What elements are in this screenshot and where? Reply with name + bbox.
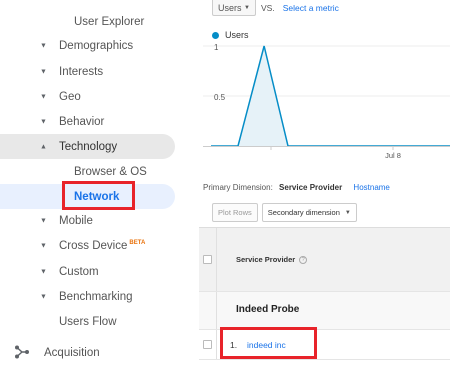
chevron-down-icon: ▼ bbox=[244, 4, 250, 11]
sidebar-item-label: Network bbox=[74, 190, 120, 203]
column-header-service-provider[interactable]: Service Provider ? bbox=[236, 255, 308, 264]
column-header-label: Service Provider bbox=[236, 255, 296, 264]
sidebar-item-custom[interactable]: ▼ Custom bbox=[0, 259, 175, 284]
metric-dropdown[interactable]: Users ▼ bbox=[212, 0, 256, 16]
select-metric-link[interactable]: Select a metric bbox=[283, 3, 339, 13]
sidebar-item-label: Users Flow bbox=[59, 315, 117, 328]
caret-down-icon: ▼ bbox=[40, 68, 47, 75]
sidebar-item-label: User Explorer bbox=[74, 15, 145, 28]
sidebar-item-technology[interactable]: ▲ Technology bbox=[0, 134, 175, 159]
caret-down-icon: ▼ bbox=[40, 242, 47, 249]
plot-rows-button[interactable]: Plot Rows bbox=[212, 203, 258, 222]
caret-down-icon: ▼ bbox=[40, 118, 47, 125]
select-all-checkbox[interactable] bbox=[203, 255, 212, 264]
sidebar-nav: User Explorer ▼ Demographics ▼ Interests… bbox=[0, 0, 195, 369]
beta-badge: BETA bbox=[129, 239, 146, 246]
sidebar-item-label: Behavior bbox=[59, 115, 105, 128]
sidebar-item-user-explorer[interactable]: User Explorer bbox=[0, 9, 175, 34]
table-row: 1. indeed inc bbox=[199, 330, 450, 360]
sidebar-item-mobile[interactable]: ▼ Mobile bbox=[0, 208, 175, 233]
sidebar-item-label: Browser & OS bbox=[74, 165, 147, 178]
caret-down-icon: ▼ bbox=[40, 293, 47, 300]
caret-down-icon: ▼ bbox=[40, 93, 47, 100]
sidebar-item-label: Custom bbox=[59, 265, 99, 278]
sidebar-item-acquisition[interactable]: Acquisition bbox=[0, 340, 175, 365]
sidebar-item-users-flow[interactable]: Users Flow bbox=[0, 309, 175, 334]
caret-down-icon: ▼ bbox=[40, 42, 47, 49]
checkbox-cell bbox=[199, 292, 217, 329]
secondary-dimension-label: Secondary dimension bbox=[267, 208, 340, 217]
sidebar-item-demographics[interactable]: ▼ Demographics bbox=[0, 33, 175, 58]
metric-selector-row: Users ▼ VS. Select a metric bbox=[212, 0, 339, 16]
sidebar-item-label: Acquisition bbox=[44, 346, 100, 359]
checkbox-cell bbox=[199, 330, 217, 359]
sidebar-item-browser-os[interactable]: Browser & OS bbox=[0, 159, 175, 184]
metric-selected-label: Users bbox=[218, 2, 242, 13]
chevron-down-icon: ▼ bbox=[344, 209, 351, 216]
sidebar-item-label: Interests bbox=[59, 65, 104, 78]
sidebar-item-label: Benchmarking bbox=[59, 290, 133, 303]
sidebar-item-cross-device[interactable]: ▼ Cross Device BETA bbox=[0, 233, 175, 258]
sidebar-item-label: Demographics bbox=[59, 39, 134, 52]
users-line-chart: 1 0.5 Jul 8 bbox=[203, 43, 450, 160]
x-tick-label: Jul 8 bbox=[385, 151, 401, 160]
sidebar-item-label: Geo bbox=[59, 90, 81, 103]
checkbox-cell bbox=[199, 228, 217, 291]
vs-label: VS. bbox=[261, 3, 275, 13]
main-content: Users ▼ VS. Select a metric Users 1 0.5 Ju… bbox=[199, 0, 450, 369]
sidebar-item-geo[interactable]: ▼ Geo bbox=[0, 84, 175, 109]
sidebar-item-label: Mobile bbox=[59, 214, 93, 227]
table-group-row: Indeed Probe bbox=[199, 292, 450, 330]
report-table: Service Provider ? Indeed Probe 1. indee… bbox=[199, 227, 450, 360]
table-header-row: Service Provider ? bbox=[199, 228, 450, 292]
y-tick-label: 1 bbox=[214, 43, 219, 52]
sidebar-item-benchmarking[interactable]: ▼ Benchmarking bbox=[0, 284, 175, 309]
table-controls: Plot Rows Secondary dimension ▼ bbox=[212, 203, 357, 222]
cross-device-label: Cross Device bbox=[59, 239, 128, 252]
row-checkbox[interactable] bbox=[203, 340, 212, 349]
dimension-service-provider[interactable]: Service Provider bbox=[279, 183, 342, 192]
primary-dimension-label: Primary Dimension: bbox=[203, 183, 273, 192]
primary-dimension-bar: Primary Dimension: Service Provider Host… bbox=[203, 183, 390, 192]
sidebar-item-network[interactable]: Network bbox=[0, 184, 175, 209]
dimension-hostname-link[interactable]: Hostname bbox=[353, 183, 389, 192]
sidebar-item-label: Technology bbox=[59, 140, 118, 153]
caret-up-icon: ▲ bbox=[40, 143, 47, 150]
sidebar-item-behavior[interactable]: ▼ Behavior bbox=[0, 109, 175, 134]
row-value-link[interactable]: indeed inc bbox=[247, 340, 286, 350]
sidebar-item-label: Cross Device BETA bbox=[59, 240, 145, 252]
y-tick-label: 0.5 bbox=[214, 93, 226, 102]
sidebar-item-interests[interactable]: ▼ Interests bbox=[0, 59, 175, 84]
caret-down-icon: ▼ bbox=[40, 217, 47, 224]
help-icon[interactable]: ? bbox=[299, 255, 308, 264]
row-index: 1. bbox=[230, 340, 238, 350]
group-label: Indeed Probe bbox=[236, 304, 300, 315]
caret-down-icon: ▼ bbox=[40, 268, 47, 275]
secondary-dimension-dropdown[interactable]: Secondary dimension ▼ bbox=[261, 203, 357, 222]
